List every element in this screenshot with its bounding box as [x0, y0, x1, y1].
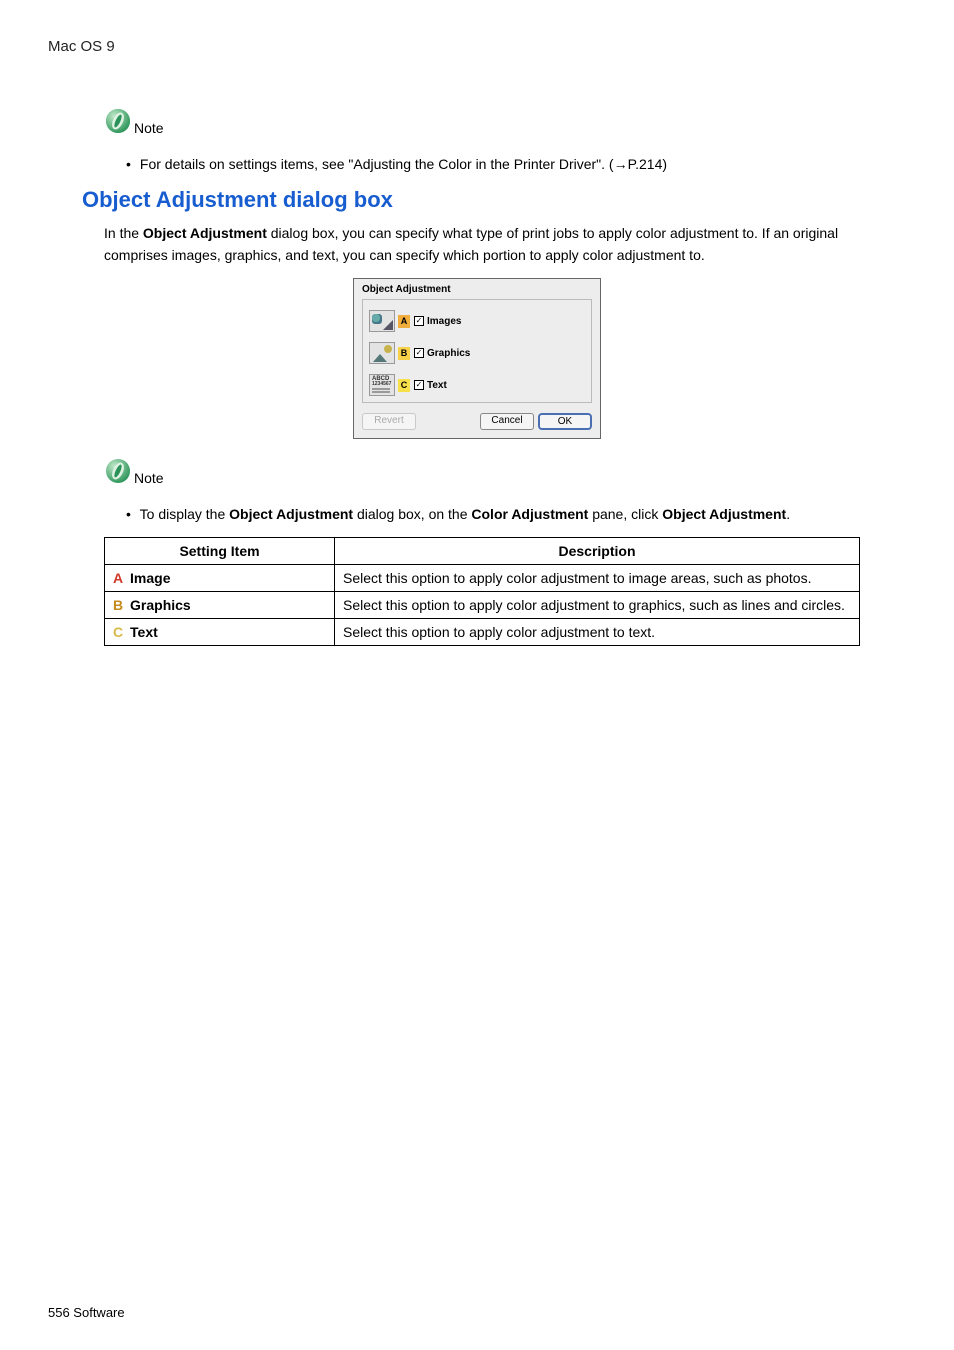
settings-table: Setting Item Description A ImageSelect t… — [104, 537, 860, 646]
n2-pre: To display the — [140, 506, 230, 522]
section-heading: Object Adjustment dialog box — [82, 187, 906, 213]
th-setting-item: Setting Item — [105, 538, 335, 565]
note-1-text: • For details on settings items, see "Ad… — [126, 154, 906, 175]
dialog-row-text: ABCD 1234567 C ✓ Text — [369, 374, 585, 396]
tag-a-icon: A — [398, 315, 410, 328]
thumb-graphics-icon — [369, 342, 395, 364]
checkbox-images[interactable]: ✓ — [414, 316, 424, 326]
thumb-nums: 1234567 — [372, 381, 391, 387]
intro-bold: Object Adjustment — [143, 225, 267, 241]
n2-m2: pane, click — [588, 506, 662, 522]
note-icon — [104, 457, 132, 488]
note-2-text: • To display the Object Adjustment dialo… — [126, 504, 906, 525]
description-cell: Select this option to apply color adjust… — [335, 565, 860, 592]
checkbox-text[interactable]: ✓ — [414, 380, 424, 390]
description-cell: Select this option to apply color adjust… — [335, 592, 860, 619]
setting-item-cell: B Graphics — [105, 592, 335, 619]
setting-item-cell: A Image — [105, 565, 335, 592]
thumb-text-icon: ABCD 1234567 — [369, 374, 395, 396]
page-footer: 556 Software — [48, 1305, 125, 1320]
n2-b2: Color Adjustment — [471, 506, 588, 522]
tag-c-icon: C — [398, 379, 410, 392]
cancel-button[interactable]: Cancel — [480, 413, 534, 430]
tag-b-icon: B — [398, 347, 410, 360]
row-name: Image — [130, 570, 170, 586]
text-label: Text — [427, 380, 447, 391]
row-marker: A — [113, 570, 123, 586]
table-row: B GraphicsSelect this option to apply co… — [105, 592, 860, 619]
th-description: Description — [335, 538, 860, 565]
intro-t1: In the — [104, 225, 143, 241]
note-icon — [104, 107, 132, 138]
revert-button: Revert — [362, 413, 416, 430]
note-block-2: Note — [104, 457, 906, 488]
note-label: Note — [134, 120, 164, 138]
row-marker: B — [113, 597, 123, 613]
row-name: Graphics — [130, 597, 191, 613]
row-marker: C — [113, 624, 123, 640]
description-cell: Select this option to apply color adjust… — [335, 619, 860, 646]
n2-post: . — [786, 506, 790, 522]
note-1-content: For details on settings items, see "Adju… — [140, 156, 667, 172]
ok-button[interactable]: OK — [538, 413, 592, 430]
note-label: Note — [134, 470, 164, 488]
table-row: A ImageSelect this option to apply color… — [105, 565, 860, 592]
note-block-1: Note — [104, 107, 906, 138]
table-row: C TextSelect this option to apply color … — [105, 619, 860, 646]
n2-b1: Object Adjustment — [229, 506, 353, 522]
row-name: Text — [130, 624, 158, 640]
dialog-screenshot: Object Adjustment A ✓ Images B ✓ Graphic… — [48, 278, 906, 439]
dialog-row-images: A ✓ Images — [369, 310, 585, 332]
object-adjustment-dialog: Object Adjustment A ✓ Images B ✓ Graphic… — [353, 278, 601, 439]
intro-paragraph: In the Object Adjustment dialog box, you… — [104, 223, 860, 266]
images-label: Images — [427, 316, 461, 327]
graphics-label: Graphics — [427, 348, 470, 359]
dialog-row-graphics: B ✓ Graphics — [369, 342, 585, 364]
setting-item-cell: C Text — [105, 619, 335, 646]
thumb-images-icon — [369, 310, 395, 332]
n2-m1: dialog box, on the — [353, 506, 471, 522]
dialog-title: Object Adjustment — [354, 279, 600, 299]
breadcrumb: Mac OS 9 — [48, 38, 906, 55]
n2-b3: Object Adjustment — [662, 506, 786, 522]
checkbox-graphics[interactable]: ✓ — [414, 348, 424, 358]
